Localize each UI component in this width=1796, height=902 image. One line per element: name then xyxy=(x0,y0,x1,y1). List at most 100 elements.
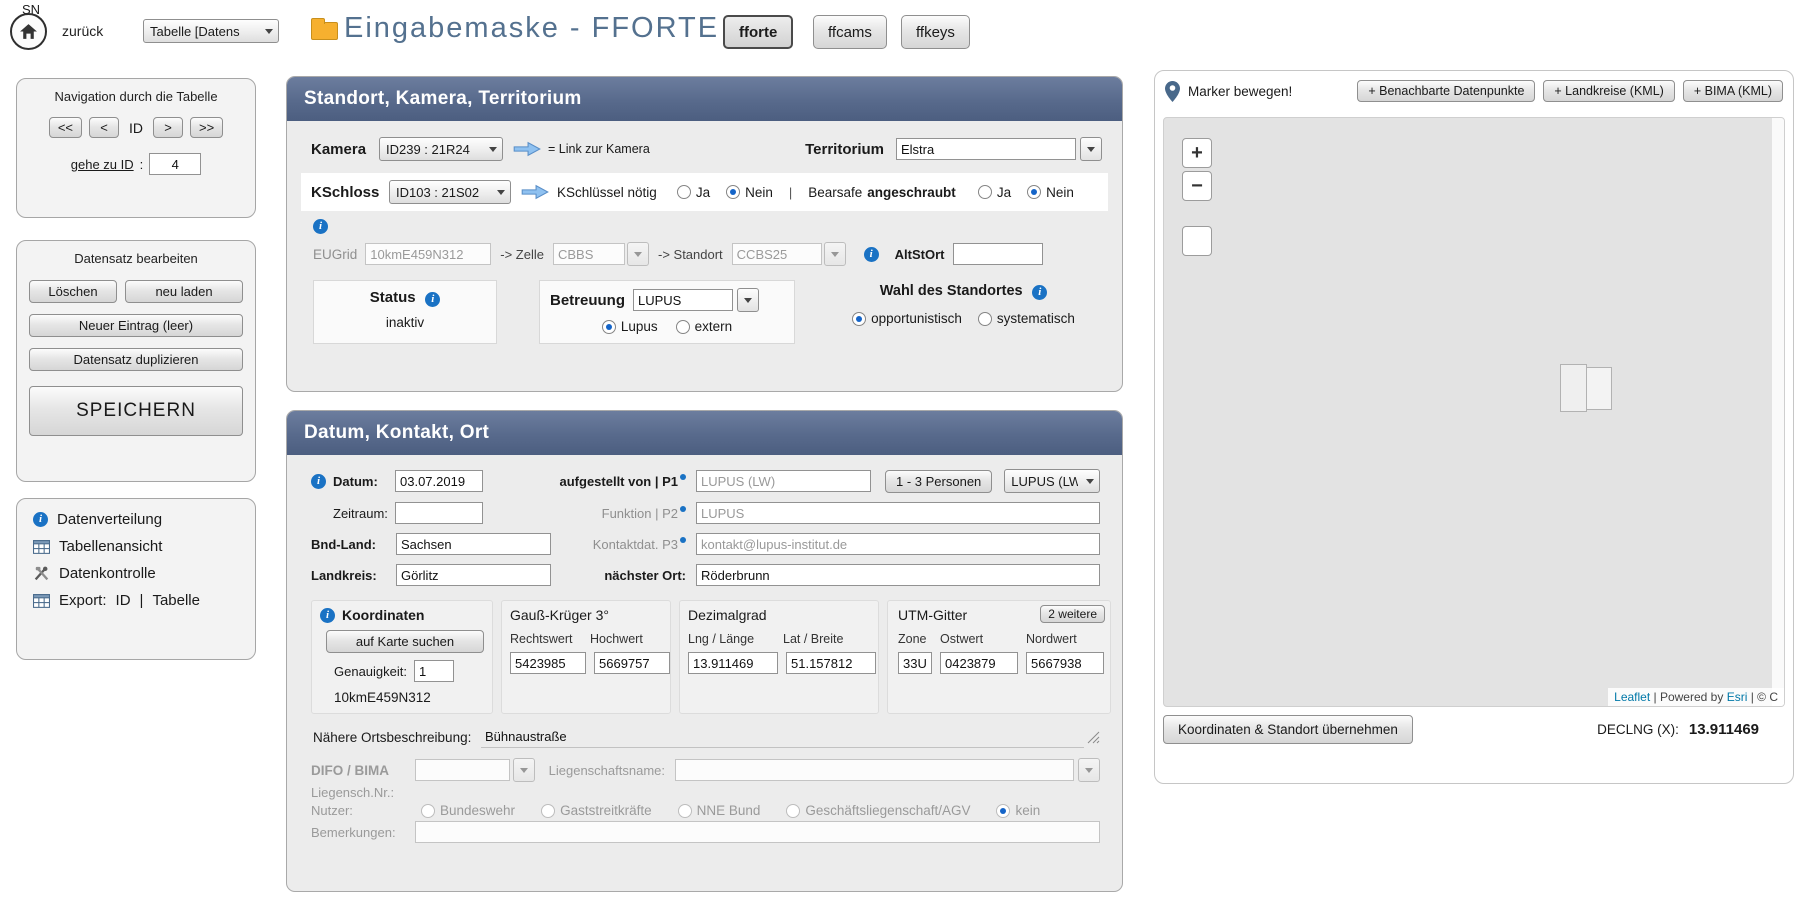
back-link[interactable]: zurück xyxy=(62,23,103,39)
auf-karte-suchen-button[interactable]: auf Karte suchen xyxy=(326,630,484,653)
datum-input[interactable] xyxy=(395,470,483,492)
link-arrow-icon[interactable] xyxy=(521,184,549,200)
kschluessel-ja-radio[interactable]: Ja xyxy=(677,185,710,200)
map-canvas[interactable]: + − Leaflet | Powered by Esri | © C xyxy=(1163,117,1785,707)
duplicate-record-button[interactable]: Datensatz duplizieren xyxy=(29,348,243,371)
p2-funktion-input[interactable] xyxy=(696,502,1100,524)
info-icon[interactable] xyxy=(425,292,440,307)
nav-first-button[interactable]: << xyxy=(49,117,82,138)
landkreise-kml-button[interactable]: + Landkreise (KML) xyxy=(1543,80,1674,102)
app-tab-ffkeys[interactable]: ffkeys xyxy=(901,15,970,49)
zeitraum-input[interactable] xyxy=(395,502,483,524)
navigation-box: Navigation durch die Tabelle << < ID > >… xyxy=(16,78,256,218)
page: SN zurück Tabelle [Datens Eingabemaske -… xyxy=(0,0,1796,902)
bima-kml-button[interactable]: + BIMA (KML) xyxy=(1683,80,1783,102)
betreuung-dropdown-button[interactable] xyxy=(737,288,759,312)
zoom-in-button[interactable]: + xyxy=(1182,138,1212,168)
zone-input[interactable] xyxy=(898,652,932,674)
table-select[interactable]: Tabelle [Datens xyxy=(143,19,279,43)
export-table-link[interactable]: Tabelle xyxy=(152,592,200,609)
rechtswert-input[interactable] xyxy=(510,652,586,674)
info-icon[interactable] xyxy=(311,474,326,489)
utm-more-button[interactable]: 2 weitere xyxy=(1040,605,1105,623)
kschloss-select[interactable]: ID103 : 21S02 xyxy=(389,180,511,204)
tabellenansicht-label: Tabellenansicht xyxy=(59,538,162,555)
save-button[interactable]: SPEICHERN xyxy=(29,386,243,436)
altstort-input[interactable] xyxy=(953,243,1043,265)
hochwert-input[interactable] xyxy=(594,652,670,674)
ortsbeschreibung-input[interactable] xyxy=(481,726,1084,748)
p3-kontakt-input[interactable] xyxy=(696,533,1100,555)
info-icon[interactable] xyxy=(1032,285,1047,300)
house-glyph xyxy=(19,23,38,40)
kschloss-select-value: ID103 : 21S02 xyxy=(396,185,479,200)
bundesland-input[interactable] xyxy=(396,533,551,555)
p1-select[interactable]: LUPUS (LW xyxy=(1004,469,1100,493)
laenge-input[interactable] xyxy=(688,652,778,674)
zelle-input xyxy=(553,243,625,265)
app-tab-ffcams[interactable]: ffcams xyxy=(813,15,887,49)
kschluessel-nein-radio[interactable]: Nein xyxy=(726,185,773,200)
delete-button[interactable]: Löschen xyxy=(29,280,117,303)
p1-person-input[interactable] xyxy=(696,470,871,492)
bearsafe-ja-radio[interactable]: Ja xyxy=(978,185,1011,200)
betreuung-lupus-radio[interactable]: Lupus xyxy=(602,319,658,334)
record-edit-box: Datensatz bearbeiten Löschen neu laden N… xyxy=(16,240,256,482)
rechtswert-label: Rechtswert xyxy=(510,632,582,646)
zeitraum-label: Zeitraum: xyxy=(333,506,395,521)
new-entry-button[interactable]: Neuer Eintrag (leer) xyxy=(29,314,243,337)
territorium-dropdown-button[interactable] xyxy=(1080,137,1102,161)
goto-id-link[interactable]: gehe zu ID xyxy=(71,157,134,172)
wahl-opportunistisch-radio[interactable]: opportunistisch xyxy=(852,311,962,326)
link-arrow-icon[interactable] xyxy=(513,141,541,157)
nordwert-input[interactable] xyxy=(1026,652,1104,674)
tools-box: Datenverteilung Tabellenansicht Datenkon… xyxy=(16,498,256,660)
goto-id-input[interactable] xyxy=(149,153,201,175)
breite-input[interactable] xyxy=(786,652,876,674)
panel-standort-kamera-territorium: Standort, Kamera, Territorium Kamera ID2… xyxy=(286,76,1123,392)
ostwert-input[interactable] xyxy=(940,652,1018,674)
reload-button[interactable]: neu laden xyxy=(125,280,243,303)
export-id-link[interactable]: ID xyxy=(116,592,131,609)
naechster-ort-input[interactable] xyxy=(696,564,1100,586)
info-icon[interactable] xyxy=(864,247,879,262)
nav-prev-button[interactable]: < xyxy=(89,117,119,138)
resize-handle-icon[interactable] xyxy=(1087,731,1100,744)
info-icon[interactable] xyxy=(313,219,328,234)
koordinaten-uebernehmen-button[interactable]: Koordinaten & Standort übernehmen xyxy=(1163,715,1413,744)
genauigkeit-input[interactable] xyxy=(414,660,454,682)
personen-button[interactable]: 1 - 3 Personen xyxy=(885,470,992,493)
territorium-input[interactable] xyxy=(896,138,1076,160)
kamera-select[interactable]: ID239 : 21R24 xyxy=(379,137,503,161)
ortsbeschreibung-label: Nähere Ortsbeschreibung: xyxy=(313,730,481,745)
leaflet-link[interactable]: Leaflet xyxy=(1614,690,1650,704)
nav-next-button[interactable]: > xyxy=(153,117,183,138)
bearsafe-nein-radio[interactable]: Nein xyxy=(1027,185,1074,200)
benachbarte-datenpunkte-button[interactable]: + Benachbarte Datenpunkte xyxy=(1357,80,1535,102)
radio-label: Ja xyxy=(696,185,710,200)
home-icon[interactable] xyxy=(10,13,47,50)
info-icon[interactable] xyxy=(320,608,335,623)
nutzer-label: Nutzer: xyxy=(311,803,415,818)
sidebar-item-tabellenansicht[interactable]: Tabellenansicht xyxy=(33,538,239,555)
esri-link[interactable]: Esri xyxy=(1727,690,1748,704)
betreuung-extern-radio[interactable]: extern xyxy=(676,319,733,334)
sidebar-item-datenverteilung[interactable]: Datenverteilung xyxy=(33,511,239,528)
liegenschaftsnummer-label: Liegensch.Nr.: xyxy=(311,785,415,800)
table-icon xyxy=(33,594,50,608)
radio-label: Bundeswehr xyxy=(440,803,515,818)
zoom-out-button[interactable]: − xyxy=(1182,171,1212,201)
app-tab-fforte[interactable]: fforte xyxy=(723,15,793,49)
record-edit-title: Datensatz bearbeiten xyxy=(29,251,243,266)
bemerkungen-input xyxy=(415,821,1100,843)
map-extra-control-button[interactable] xyxy=(1182,226,1212,256)
radio-label: Gaststreitkräfte xyxy=(560,803,652,818)
sidebar-item-datenkontrolle[interactable]: Datenkontrolle xyxy=(33,565,239,582)
betreuung-input[interactable] xyxy=(633,289,733,311)
bearsafe-bold-label: angeschraubt xyxy=(867,185,956,200)
status-box: Status inaktiv xyxy=(313,280,497,344)
nav-last-button[interactable]: >> xyxy=(190,117,223,138)
zone-label: Zone xyxy=(898,632,932,646)
wahl-systematisch-radio[interactable]: systematisch xyxy=(978,311,1075,326)
landkreis-input[interactable] xyxy=(396,564,551,586)
